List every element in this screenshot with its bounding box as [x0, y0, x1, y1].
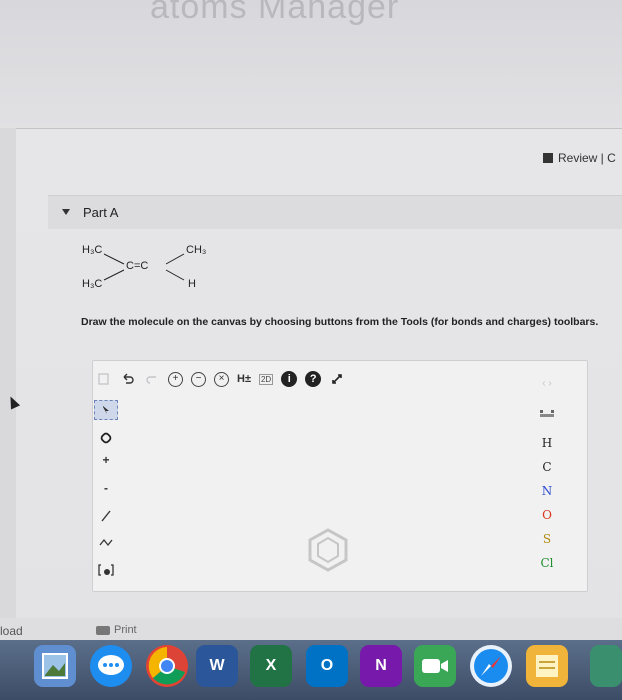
negative-charge-icon[interactable]: - [94, 478, 118, 498]
element-s-button[interactable]: S [535, 532, 559, 550]
page-header-area: atoms Manager [0, 0, 622, 128]
2d-view-icon[interactable]: 2D [258, 373, 274, 385]
h-label: H [188, 278, 196, 290]
element-c-button[interactable]: C [535, 460, 559, 478]
undo-icon[interactable] [120, 371, 136, 387]
ch3-label: CH₃ [186, 244, 207, 256]
caret-down-icon[interactable] [62, 209, 70, 215]
molecule-structure: H₃C CH₃ C=C H₃C H [80, 240, 220, 300]
word-app-icon[interactable]: W [196, 645, 238, 687]
printer-icon [96, 625, 110, 635]
hydrogen-toggle-icon[interactable]: H± [237, 373, 251, 385]
chain-tool-icon[interactable] [94, 532, 118, 552]
chrome-app-icon[interactable] [146, 645, 188, 687]
h3c-bottom-label: H₃C [82, 278, 103, 290]
expand-icon[interactable] [329, 371, 345, 387]
notes-app-icon[interactable] [526, 645, 568, 687]
right-toolbar-collapse-icon[interactable]: ‹ › [535, 378, 559, 396]
h3c-top-label: H₃C [82, 244, 103, 256]
review-label: Review | C [558, 151, 616, 165]
left-toolbar: + - [94, 400, 118, 590]
clear-icon[interactable]: × [214, 371, 229, 387]
part-header[interactable] [48, 195, 622, 229]
print-button[interactable]: Print [96, 624, 137, 636]
page-title-faded: atoms Manager [150, 0, 400, 26]
outlook-app-icon[interactable]: O [306, 645, 348, 687]
upload-link[interactable]: load [0, 624, 23, 638]
excel-app-icon[interactable]: X [250, 645, 292, 687]
panel-left-edge [0, 128, 16, 640]
top-toolbar: + − × H± 2D i ? [96, 368, 345, 390]
zoom-out-icon[interactable]: − [191, 371, 206, 387]
element-o-button[interactable]: O [535, 508, 559, 526]
template-tool-icon[interactable] [94, 560, 118, 580]
part-title: Part A [83, 205, 119, 220]
instructions-text: Draw the molecule on the canvas by choos… [81, 316, 599, 328]
right-toolbar: ‹ › H C N O S Cl [535, 378, 559, 588]
element-n-button[interactable]: N [535, 484, 559, 502]
periodic-table-icon[interactable] [535, 408, 559, 426]
review-icon [543, 153, 553, 163]
help-icon[interactable]: ? [305, 371, 322, 387]
safari-app-icon[interactable] [470, 645, 512, 687]
editor-logo-watermark [308, 528, 348, 572]
select-tool-icon[interactable] [94, 400, 118, 420]
zoom-in-icon[interactable]: + [168, 371, 183, 387]
partial-app-icon[interactable] [590, 645, 622, 687]
element-h-button[interactable]: H [535, 436, 559, 454]
copy-icon[interactable] [96, 371, 112, 387]
double-bond-label: C=C [126, 260, 149, 272]
messages-app-icon[interactable] [90, 645, 132, 687]
redo-icon[interactable] [144, 371, 160, 387]
facetime-app-icon[interactable] [414, 645, 456, 687]
preview-app-icon[interactable] [34, 645, 76, 687]
review-link[interactable]: Review | C [543, 151, 616, 165]
print-label: Print [114, 624, 137, 636]
onenote-app-icon[interactable]: N [360, 645, 402, 687]
info-icon[interactable]: i [281, 371, 298, 387]
single-bond-icon[interactable] [94, 506, 118, 526]
positive-charge-icon[interactable]: + [94, 450, 118, 470]
element-cl-button[interactable]: Cl [535, 556, 559, 574]
eraser-icon[interactable] [94, 428, 118, 448]
